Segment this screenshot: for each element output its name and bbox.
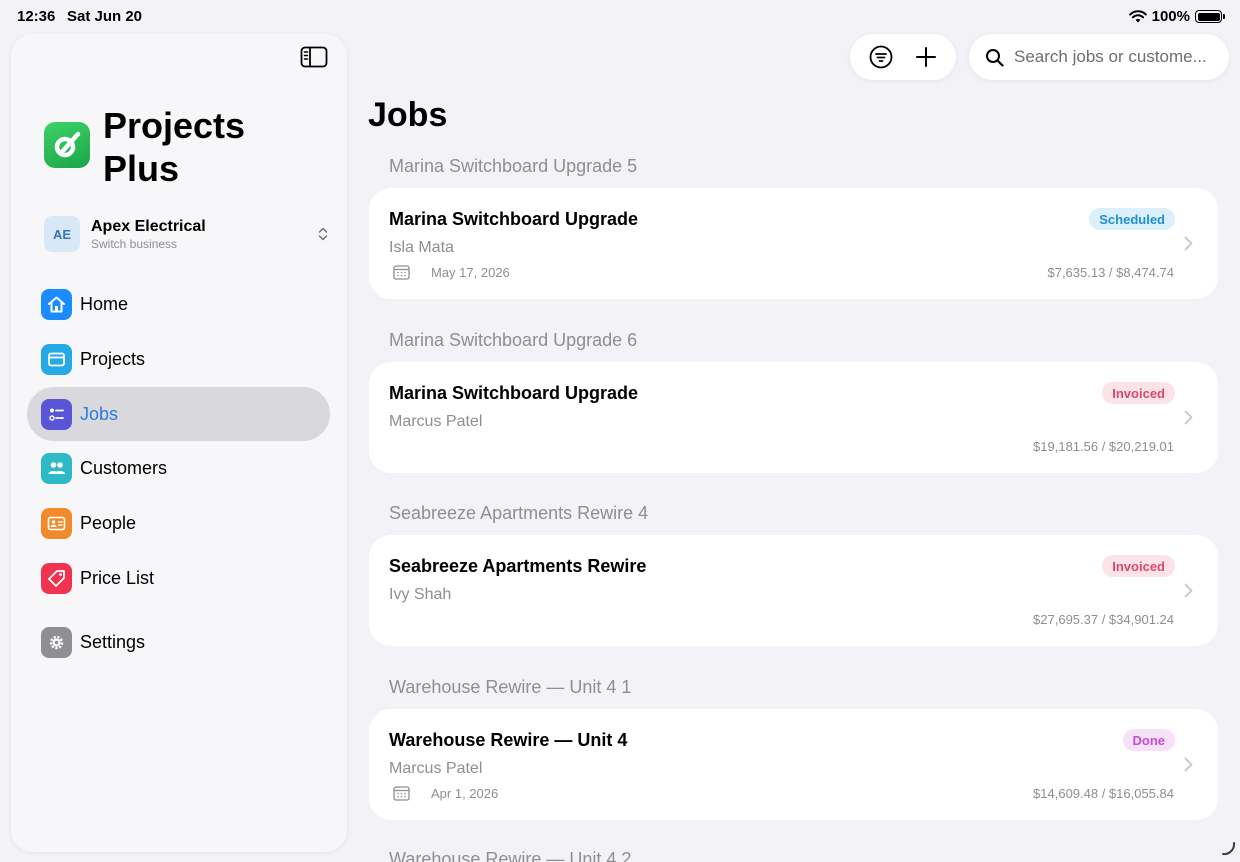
chevron-up-down-icon — [318, 227, 328, 241]
app-brand: Projects Plus — [44, 104, 273, 190]
job-date-row: Apr 1, 2026 — [393, 785, 498, 801]
status-badge: Done — [1122, 729, 1175, 751]
battery-icon — [1195, 10, 1225, 23]
page-title: Jobs — [368, 96, 448, 134]
wifi-icon — [1128, 10, 1147, 23]
status-indicators: 100% — [1128, 8, 1225, 25]
job-customer: Ivy Shah — [389, 586, 452, 603]
calendar-icon — [393, 265, 410, 280]
sidebar-toggle-icon[interactable] — [300, 46, 328, 68]
section-header: Seabreeze Apartments Rewire 4 — [389, 503, 649, 523]
job-title: Marina Switchboard Upgrade — [389, 209, 639, 229]
chevron-right-icon — [1184, 583, 1193, 598]
house-icon — [41, 288, 72, 320]
filter-icon — [869, 45, 892, 69]
search-input[interactable] — [1014, 47, 1219, 67]
sidebar-item-home[interactable]: Home — [27, 277, 330, 331]
filter-button[interactable] — [861, 37, 901, 77]
job-date-row: May 17, 2026 — [393, 264, 510, 280]
job-amount: $7,635.13 / $8,474.74 — [1047, 265, 1174, 280]
search-field[interactable] — [969, 34, 1229, 80]
sidebar-item-jobs[interactable]: Jobs — [27, 387, 330, 441]
job-date: May 17, 2026 — [431, 264, 510, 280]
job-card[interactable]: Marina Switchboard Upgrade Marcus Patel … — [369, 362, 1218, 473]
chevron-right-icon — [1184, 410, 1193, 425]
sidebar-item-label: Price List — [80, 567, 155, 588]
tag-icon — [41, 562, 72, 594]
status-time: 12:36 — [17, 8, 56, 25]
gear-icon — [41, 626, 72, 658]
status-badge: Invoiced — [1102, 555, 1175, 577]
account-text: Apex Electrical Switch business — [91, 218, 316, 251]
section-header: Warehouse Rewire — Unit 4 1 — [389, 677, 632, 697]
section-header: Warehouse Rewire — Unit 4 2 — [389, 849, 632, 862]
job-amount: $27,695.37 / $34,901.24 — [1033, 612, 1174, 627]
job-title: Warehouse Rewire — Unit 4 — [389, 730, 628, 750]
sidebar-item-customers[interactable]: Customers — [27, 441, 330, 495]
status-badge: Invoiced — [1102, 382, 1175, 404]
sidebar-item-label: Projects — [80, 348, 146, 369]
sidebar: Projects Plus AE Apex Electrical Switch … — [11, 34, 347, 852]
sidebar-item-people[interactable]: People — [27, 496, 330, 550]
job-amount: $14,609.48 / $16,055.84 — [1033, 786, 1174, 801]
sidebar-item-label: People — [80, 512, 137, 533]
folder-icon — [41, 343, 72, 375]
sidebar-item-price-list[interactable]: Price List — [27, 551, 330, 605]
job-card[interactable]: Seabreeze Apartments Rewire Ivy Shah Inv… — [369, 535, 1218, 646]
account-switcher[interactable]: AE Apex Electrical Switch business — [44, 216, 330, 252]
job-card[interactable]: Warehouse Rewire — Unit 4 Marcus Patel A… — [369, 709, 1218, 820]
status-badge: Scheduled — [1089, 208, 1175, 230]
sidebar-item-label: Settings — [80, 631, 146, 652]
job-customer: Isla Mata — [389, 239, 454, 256]
plus-icon — [915, 47, 936, 67]
job-title: Seabreeze Apartments Rewire — [389, 556, 647, 576]
people-icon — [41, 452, 72, 484]
account-avatar: AE — [44, 216, 80, 252]
battery-percent: 100% — [1151, 8, 1190, 25]
sidebar-item-settings[interactable]: Settings — [27, 615, 330, 669]
status-date: Sat Jun 20 — [67, 8, 143, 25]
sidebar-item-projects[interactable]: Projects — [27, 332, 330, 386]
job-customer: Marcus Patel — [389, 413, 483, 430]
search-icon — [986, 48, 1004, 67]
app-name: Projects Plus — [103, 105, 246, 189]
toolbar-actions — [850, 34, 956, 80]
sidebar-item-label: Jobs — [80, 403, 119, 424]
sidebar-item-label: Customers — [80, 457, 168, 478]
checklist-icon — [41, 398, 72, 430]
loading-indicator-icon — [1222, 842, 1236, 856]
id-card-icon — [41, 507, 72, 539]
job-amount: $19,181.56 / $20,219.01 — [1033, 439, 1174, 454]
chevron-right-icon — [1184, 757, 1193, 772]
sidebar-item-label: Home — [80, 293, 129, 314]
calendar-icon — [393, 786, 410, 801]
section-header: Marina Switchboard Upgrade 6 — [389, 330, 638, 350]
account-name: Apex Electrical — [91, 217, 206, 235]
account-subtitle: Switch business — [91, 236, 178, 251]
section-header: Marina Switchboard Upgrade 5 — [389, 156, 638, 176]
job-title: Marina Switchboard Upgrade — [389, 383, 639, 403]
job-card[interactable]: Marina Switchboard Upgrade Isla Mata May… — [369, 188, 1218, 299]
app-logo-icon — [44, 122, 90, 168]
job-date: Apr 1, 2026 — [431, 785, 499, 801]
screen: 12:36 Sat Jun 20 100% Projects Plus AE A… — [0, 0, 1240, 862]
job-customer: Marcus Patel — [389, 760, 483, 777]
add-job-button[interactable] — [906, 37, 946, 77]
chevron-right-icon — [1184, 236, 1193, 251]
